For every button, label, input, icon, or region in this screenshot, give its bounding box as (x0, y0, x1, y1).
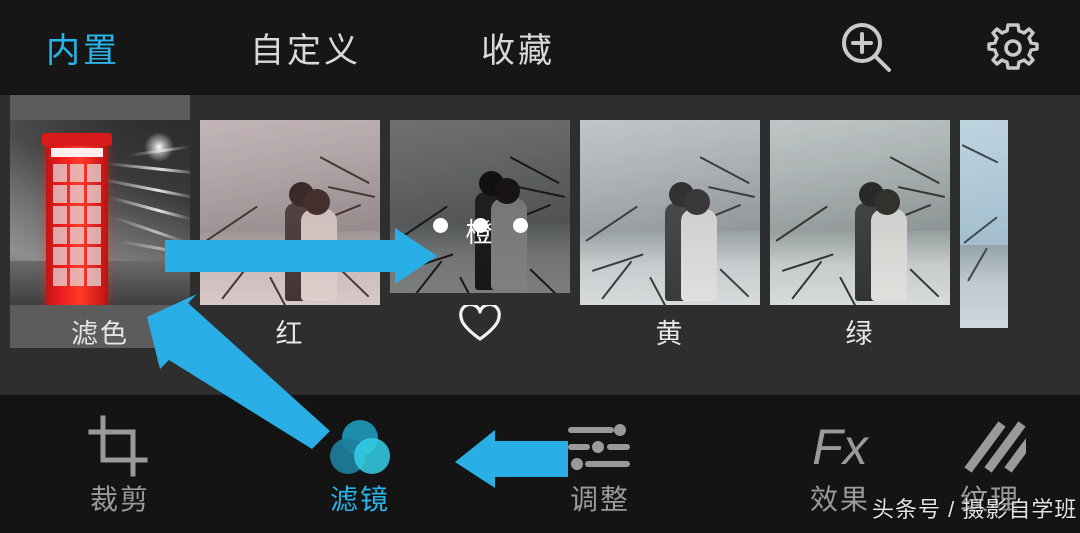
tool-crop[interactable]: 裁剪 (0, 395, 240, 533)
tool-label: 调整 (569, 483, 630, 515)
fx-glyph: Fx (812, 418, 868, 475)
tab-custom[interactable]: 自定义 (250, 23, 361, 72)
filter-list: 滤色 红 橙 黄 绿 (10, 95, 1008, 394)
sliders-icon (567, 416, 633, 478)
filter-item-green[interactable]: 绿 (770, 95, 950, 348)
filter-item-red[interactable]: 红 (200, 95, 380, 348)
filter-label: 绿 (845, 319, 875, 349)
filter-label: 橙 (465, 218, 495, 248)
filter-item-orange[interactable]: 橙 (390, 95, 570, 348)
filter-thumbnail-green (770, 120, 950, 305)
top-bar-actions (838, 0, 1042, 95)
top-bar: 内置 自定义 收藏 (0, 0, 1080, 95)
filter-item-yellow[interactable]: 黄 (580, 95, 760, 348)
category-tabs: 内置 自定义 收藏 (0, 0, 555, 95)
filter-item-next-partial[interactable] (960, 95, 1008, 348)
settings-gear-icon[interactable] (984, 19, 1042, 77)
filter-label: 滤色 (71, 319, 129, 349)
filter-thumbnail-strip[interactable]: 滤色 红 橙 黄 绿 (0, 95, 1080, 394)
filter-thumbnail-yellow (580, 120, 760, 305)
filter-thumbnail-red (200, 120, 380, 305)
photo-editor-app: 内置 自定义 收藏 滤色 红 橙 黄 绿 裁剪 滤镜 调整 Fx 效果 纹理 头… (0, 0, 1080, 533)
tab-builtin[interactable]: 内置 (46, 23, 120, 72)
heart-outline-icon[interactable] (458, 302, 502, 348)
filter-thumbnail-orange: 橙 (390, 120, 570, 293)
zoom-in-icon[interactable] (838, 19, 896, 77)
texture-stripes-icon (960, 416, 1026, 478)
tab-favorites[interactable]: 收藏 (481, 23, 555, 72)
tool-adjust[interactable]: 调整 (480, 395, 720, 533)
watermark-text: 头条号 / 摄影自学班 (872, 497, 1078, 522)
crop-icon (87, 415, 153, 478)
tool-label: 滤镜 (329, 483, 390, 515)
filter-label: 黄 (655, 319, 685, 349)
tool-filter[interactable]: 滤镜 (240, 395, 480, 533)
tool-label: 效果 (809, 483, 870, 515)
filter-circles-icon (327, 416, 393, 478)
tool-label: 裁剪 (89, 483, 150, 515)
fx-icon: Fx (812, 416, 868, 478)
filter-thumbnail-next (960, 120, 1008, 328)
filter-item-screen[interactable]: 滤色 (10, 95, 190, 348)
filter-thumbnail-screen (10, 120, 190, 305)
filter-options-overlay (390, 120, 570, 293)
filter-label: 红 (275, 319, 305, 349)
